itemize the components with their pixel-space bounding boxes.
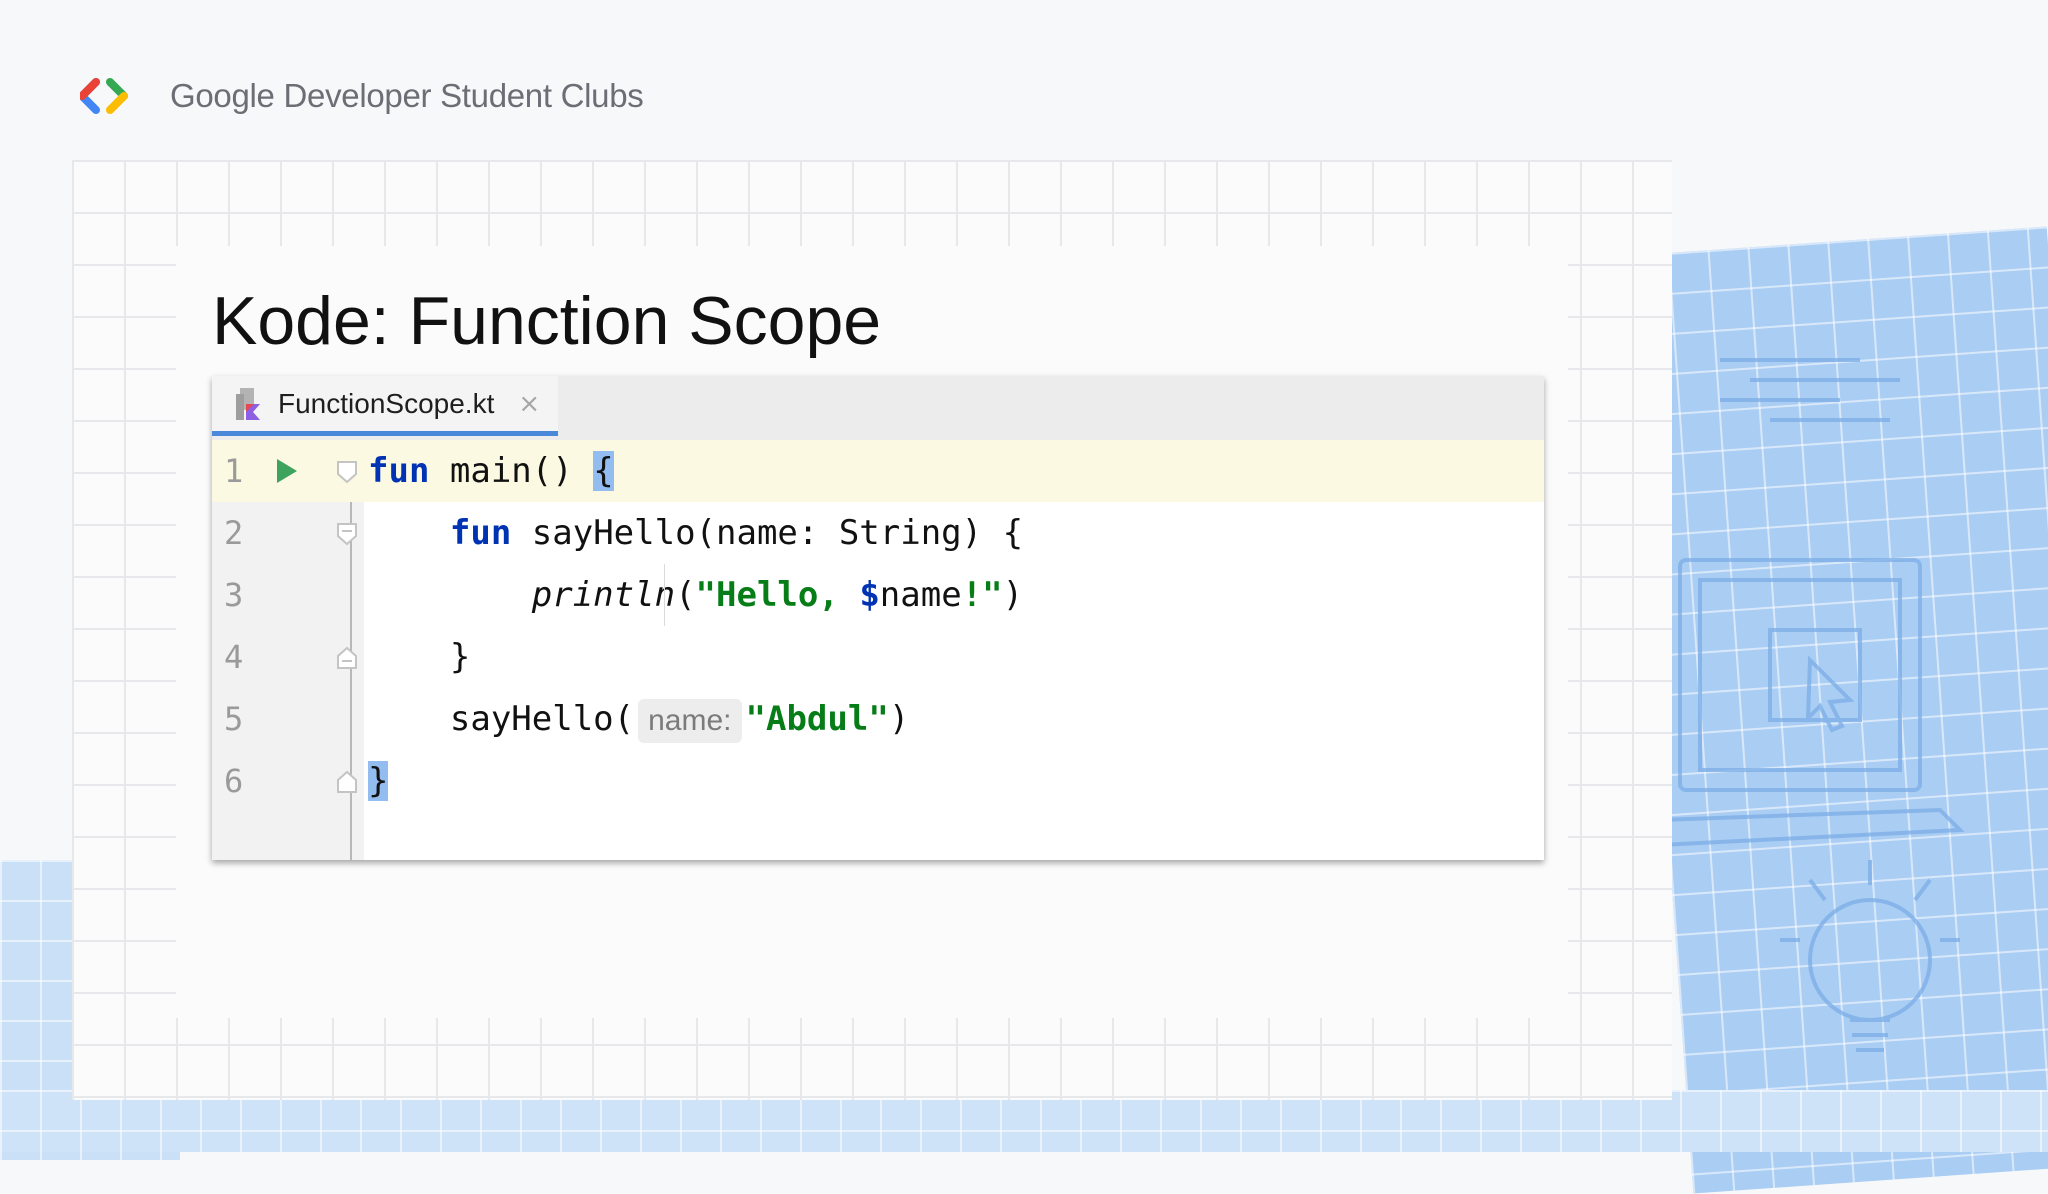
brand-name: Google Developer Student Clubs	[170, 77, 644, 114]
code-line: 6 }	[212, 750, 1544, 812]
code-editor: FunctionScope.kt × 1 fun main() { 2 fun	[212, 376, 1544, 860]
parameter-hint: name:	[638, 698, 742, 743]
decorative-illustration-icon	[1660, 358, 1965, 1052]
code-line: 4 }	[212, 626, 1544, 688]
line-number: 4	[224, 638, 244, 676]
code-line: 3 println("Hello, $name!")	[212, 564, 1544, 626]
line-number: 6	[224, 762, 244, 800]
editor-tab-bar: FunctionScope.kt ×	[212, 376, 1544, 441]
fold-end-marker-icon[interactable]	[336, 646, 358, 670]
kotlin-file-icon	[236, 387, 260, 420]
tab-close-icon[interactable]: ×	[518, 389, 540, 419]
code-text: }	[449, 637, 471, 677]
code-line: 2 fun sayHello(name: String) {	[212, 502, 1544, 564]
line-number: 5	[224, 700, 244, 738]
code-line: 5 sayHello(name: "Abdul")	[212, 688, 1544, 750]
line-number: 3	[224, 576, 244, 614]
code-text: sayHello(name: "Abdul")	[368, 688, 909, 750]
brand-header: Google Developer Student Clubs	[80, 72, 644, 120]
line-number: 2	[224, 514, 244, 552]
gdsc-logo-icon	[80, 78, 128, 114]
fold-marker-icon[interactable]	[336, 522, 358, 546]
code-text: fun sayHello(name: String) {	[449, 513, 1024, 553]
line-number: 1	[224, 452, 244, 490]
tab-functionscope-kt[interactable]: FunctionScope.kt ×	[212, 376, 558, 436]
matched-brace: {	[593, 451, 614, 491]
indent-guide	[664, 564, 665, 626]
code-area[interactable]: 1 fun main() { 2 fun sayHello(name: Stri…	[212, 440, 1544, 860]
slide-title: Kode: Function Scope	[212, 283, 882, 359]
code-text: println("Hello, $name!")	[531, 575, 1024, 615]
code-text: }	[368, 750, 389, 812]
matched-brace: }	[368, 761, 389, 801]
tab-label: FunctionScope.kt	[278, 387, 495, 419]
fold-marker-icon[interactable]	[336, 460, 358, 484]
run-icon[interactable]	[272, 457, 300, 485]
fold-end-marker-icon[interactable]	[336, 770, 358, 794]
code-line: 1 fun main() {	[212, 440, 1544, 502]
code-text: fun main() {	[368, 451, 614, 491]
